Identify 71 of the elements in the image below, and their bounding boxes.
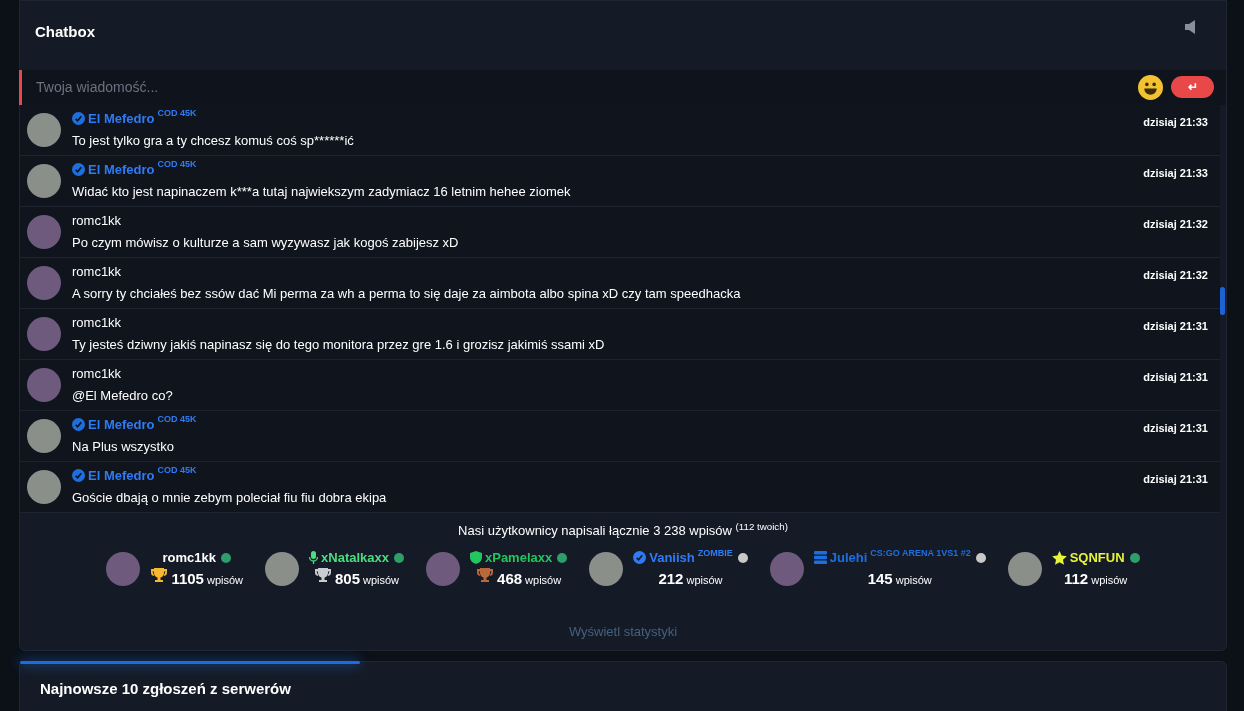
post-unit: wpisów <box>363 572 400 588</box>
message-text: A sorry ty chciałeś bez ssów dać Mi perma za wh a perma to się daje za aimbota albo spina xD czy tam speedhacka <box>72 285 742 303</box>
user-name[interactable]: SQNFUN <box>1069 548 1125 568</box>
user-name[interactable]: xPamelaxx <box>485 548 553 568</box>
message-time: dzisiaj 21:32 <box>1143 216 1208 232</box>
user-tag: CS:GO ARENA 1VS1 #2 <box>870 547 971 558</box>
card-title: Chatbox <box>35 22 95 42</box>
avatar <box>265 552 300 586</box>
avatar <box>27 367 61 402</box>
message-time: dzisiaj 21:31 <box>1143 369 1208 385</box>
message-text: To jest tylko gra a ty chcesz komuś coś sp******ić <box>72 132 355 150</box>
user-name[interactable]: Julehi <box>829 548 868 568</box>
author-tag: COD 45K <box>157 414 197 425</box>
message-time: dzisiaj 21:31 <box>1143 420 1208 436</box>
author-name[interactable]: romc1kk <box>72 312 122 332</box>
avatar <box>769 552 804 586</box>
author-name[interactable]: romc1kk <box>72 261 122 281</box>
post-count: 212 <box>658 568 684 589</box>
user-name[interactable]: Vaniish <box>649 548 695 568</box>
author-name[interactable]: El Mefedro <box>88 159 155 179</box>
author-name[interactable]: romc1kk <box>72 363 122 383</box>
post-unit: wpisów <box>206 572 244 588</box>
avatar <box>27 469 61 504</box>
avatar <box>27 418 61 453</box>
post-unit: wpisów <box>895 572 932 588</box>
avatar <box>589 552 624 586</box>
post-count: 145 <box>867 568 893 589</box>
user-name[interactable]: xNatalkaxx <box>321 548 389 568</box>
message-time: dzisiaj 21:32 <box>1143 267 1208 283</box>
message-input-field[interactable]: Twoja wiadomość... ↵ <box>19 69 1226 105</box>
message-text: Po czym mówisz o kulturze a sam wyzywasz jak kogoś zabijesz xD <box>72 234 460 252</box>
message-text: Goście dbają o mnie zebym poleciał fiu fiu dobra ekipa <box>72 489 388 507</box>
avatar <box>106 552 141 586</box>
post-count: 112 <box>1064 568 1089 589</box>
avatar <box>27 163 61 198</box>
avatar <box>1007 552 1042 586</box>
message-time: dzisiaj 21:33 <box>1143 165 1208 181</box>
message-text: Na Plus wszystko <box>72 438 175 456</box>
post-unit: wpisów <box>525 572 562 588</box>
scrollbar-thumb[interactable] <box>1220 286 1225 315</box>
post-count: 805 <box>334 568 360 589</box>
avatar <box>27 265 61 300</box>
summary-text: Nasi użytkownicy napisali łącznie 3 238 wpisów $^{(112 twoich)}$ <box>457 520 789 540</box>
author-name[interactable]: El Mefedro <box>88 414 155 434</box>
author-tag: COD 45K <box>157 108 197 119</box>
author-tag: COD 45K <box>157 159 197 170</box>
message-time: dzisiaj 21:31 <box>1143 318 1208 334</box>
message-time: dzisiaj 21:33 <box>1143 114 1208 130</box>
message-text: @El Mefedro co? <box>72 387 174 405</box>
author-name[interactable]: El Mefedro <box>88 108 155 128</box>
message-text: Widać kto jest napinaczem k***a tutaj najwiekszym zadymiacz 16 letnim hehee ziomek <box>72 183 572 201</box>
user-tag: ZOMBIE <box>697 547 733 558</box>
stats-link[interactable]: Wyświetl statystyki <box>568 622 678 642</box>
message-text: Ty jesteś dziwny jakiś napinasz się do tego monitora przez gre 1.6 i grozisz jakimiś ssami xD <box>72 336 606 354</box>
message-time: dzisiaj 21:31 <box>1143 471 1208 487</box>
post-count: 468 <box>497 568 523 589</box>
send-button[interactable]: ↵ <box>1171 76 1214 98</box>
speaker-icon[interactable] <box>1185 20 1197 35</box>
avatar <box>27 316 61 351</box>
author-name[interactable]: romc1kk <box>72 210 122 230</box>
post-unit: wpisów <box>686 572 723 588</box>
smiley-icon[interactable] <box>1138 74 1163 100</box>
post-count: 1105 <box>171 568 204 589</box>
avatar <box>27 214 61 249</box>
author-tag: COD 45K <box>157 465 197 476</box>
avatar <box>426 552 460 586</box>
avatar <box>27 112 61 147</box>
card-title: Najnowsze 10 zgłoszeń z serwerów <box>39 678 292 699</box>
user-name[interactable]: romc1kk <box>162 548 216 568</box>
author-name[interactable]: El Mefedro <box>88 465 155 485</box>
post-unit: wpisów <box>1091 572 1128 588</box>
